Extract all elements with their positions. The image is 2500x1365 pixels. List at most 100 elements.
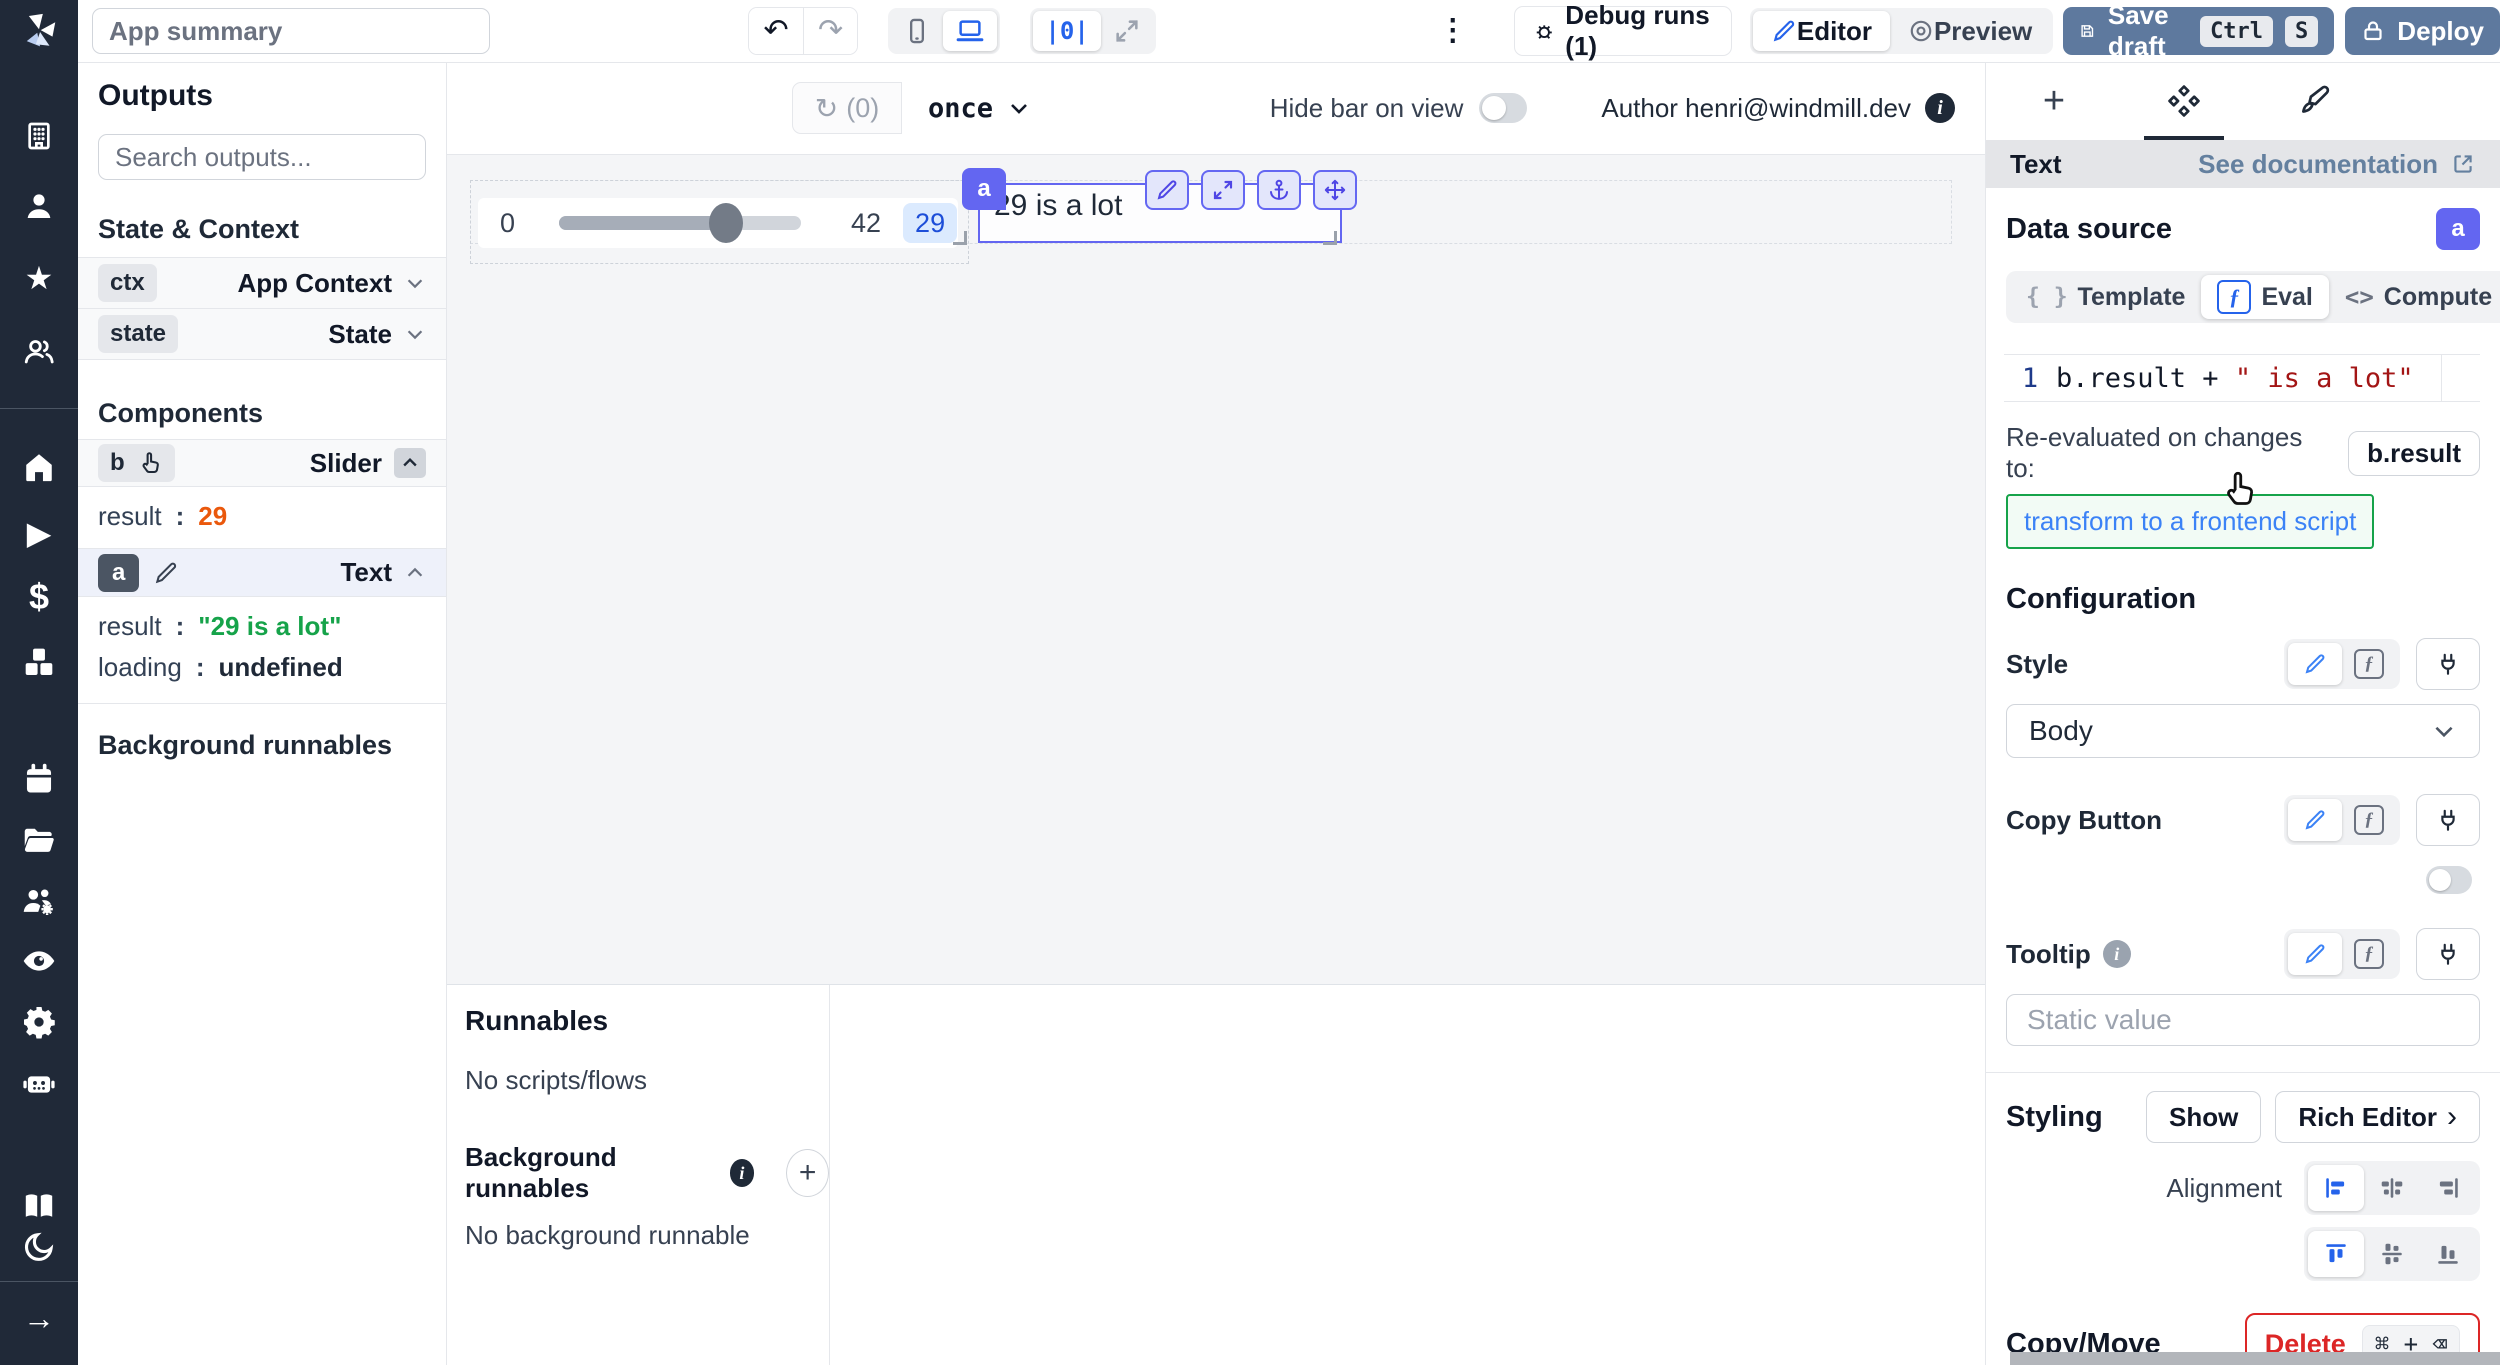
center-align-icon: |0| <box>1045 17 1088 45</box>
pencil-icon[interactable] <box>153 560 179 586</box>
compute-tab[interactable]: <> Compute <box>2329 275 2500 319</box>
add-background-runnable-button[interactable]: + <box>786 1149 829 1197</box>
canvas-grid[interactable]: 0 42 29 a <box>447 155 1985 922</box>
info-icon[interactable]: i <box>730 1159 755 1187</box>
text-loading-row[interactable]: loading : undefined <box>78 652 446 683</box>
run-mode-select[interactable]: once <box>928 93 1031 124</box>
eval-tab[interactable]: ƒ Eval <box>2201 275 2328 319</box>
theme-brush-tab[interactable] <box>2282 62 2346 140</box>
static-pencil-button[interactable] <box>2288 799 2342 841</box>
rich-editor-button[interactable]: Rich Editor › <box>2275 1091 2480 1143</box>
text-component-row[interactable]: a Text <box>78 548 446 597</box>
show-styling-button[interactable]: Show <box>2146 1091 2261 1143</box>
deploy-button[interactable]: Deploy <box>2345 7 2500 55</box>
undo-button[interactable]: ↶ <box>749 8 804 54</box>
component-id-badge: a <box>2436 208 2480 250</box>
align-bottom-button[interactable] <box>2420 1231 2476 1277</box>
docs-book-icon[interactable] <box>0 1188 78 1224</box>
align-left-button[interactable] <box>2308 1165 2364 1211</box>
runs-play-icon[interactable]: ▶ <box>0 517 78 549</box>
debug-runs-button[interactable]: Debug runs (1) <box>1514 6 1732 56</box>
edit-component-button[interactable] <box>1145 170 1189 210</box>
user-icon[interactable] <box>0 190 78 222</box>
eye-icon[interactable] <box>0 943 78 979</box>
slider-result-row[interactable]: result : 29 <box>78 501 446 532</box>
author-info-icon[interactable]: i <box>1925 93 1955 123</box>
folders-icon[interactable] <box>0 822 78 858</box>
refresh-button[interactable]: ↻ (0) <box>792 82 902 134</box>
preview-tab[interactable]: Preview <box>1890 11 2050 51</box>
variables-dollar-icon[interactable]: $ <box>0 581 78 613</box>
component-settings-tab[interactable] <box>2152 62 2216 140</box>
search-outputs-input[interactable] <box>98 134 426 180</box>
windmill-app-editor: ★ ▶ $ <box>0 0 2500 1365</box>
insert-component-tab[interactable]: + <box>2022 62 2086 140</box>
save-draft-button[interactable]: Save draft Ctrl S <box>2063 7 2334 55</box>
style-select[interactable]: Body <box>2006 704 2480 758</box>
connect-plug-button[interactable] <box>2416 928 2480 980</box>
eval-fx-button[interactable]: ƒ <box>2342 643 2396 685</box>
connect-plug-button[interactable] <box>2416 638 2480 690</box>
tooltip-static-value-input[interactable] <box>2006 994 2480 1046</box>
eval-code-editor[interactable]: 1 b.result + " is a lot" <box>2004 354 2480 402</box>
resources-cubes-icon[interactable] <box>0 645 78 679</box>
see-documentation-link[interactable]: See documentation <box>2198 149 2476 180</box>
horizontal-scrollbar[interactable] <box>2010 1352 2500 1365</box>
hide-bar-toggle[interactable] <box>1479 93 1527 123</box>
align-right-button[interactable] <box>2420 1165 2476 1211</box>
chevron-up-icon[interactable] <box>404 562 426 584</box>
static-pencil-button[interactable] <box>2288 643 2342 685</box>
settings-gear-icon[interactable] <box>0 1004 78 1040</box>
workspace-icon[interactable] <box>0 120 78 152</box>
eval-fx-button[interactable]: ƒ <box>2342 933 2396 975</box>
collapse-sidebar-arrow-icon[interactable]: → <box>0 1302 78 1334</box>
kebab-menu-icon[interactable]: ⋮ <box>1438 16 1468 46</box>
state-output-row[interactable]: state State <box>78 309 446 360</box>
selected-component-tag[interactable]: a <box>962 168 1006 210</box>
app-canvas: ↻ (0) once Hide bar on view Author henri… <box>447 62 1985 1365</box>
pencil-icon <box>2303 808 2327 832</box>
redo-button[interactable]: ↷ <box>804 8 858 54</box>
app-summary-input[interactable] <box>92 8 490 54</box>
dark-mode-moon-icon[interactable] <box>0 1230 78 1264</box>
groups-icon[interactable] <box>0 335 78 369</box>
align-center-button[interactable] <box>2364 1165 2420 1211</box>
users-admin-icon[interactable] <box>0 884 78 920</box>
template-tab[interactable]: { } Template <box>2010 275 2201 319</box>
resize-handle[interactable] <box>1323 231 1337 245</box>
slider-component-row[interactable]: b Slider <box>78 439 446 487</box>
align-middle-button[interactable] <box>2364 1231 2420 1277</box>
dependency-pill[interactable]: b.result <box>2348 431 2480 476</box>
home-icon[interactable] <box>0 450 78 484</box>
align-top-button[interactable] <box>2308 1231 2364 1277</box>
chevron-down-icon[interactable] <box>404 323 426 345</box>
tooltip-info-icon[interactable]: i <box>2103 940 2131 968</box>
resize-handle[interactable] <box>953 231 967 245</box>
fullwidth-button[interactable] <box>1101 11 1153 51</box>
windmill-logo-icon[interactable] <box>0 10 78 52</box>
chevron-down-icon[interactable] <box>404 272 426 294</box>
connect-plug-button[interactable] <box>2416 794 2480 846</box>
static-pencil-button[interactable] <box>2288 933 2342 975</box>
move-component-button[interactable] <box>1313 170 1357 210</box>
eval-fx-button[interactable]: ƒ <box>2342 799 2396 841</box>
editor-tab[interactable]: Editor <box>1753 11 1890 51</box>
favorites-star-icon[interactable]: ★ <box>0 262 78 294</box>
schedules-calendar-icon[interactable] <box>0 762 78 796</box>
runnables-empty-label: No scripts/flows <box>465 1065 829 1096</box>
desktop-view-button[interactable] <box>943 11 997 51</box>
collapse-slider-button[interactable] <box>394 448 426 478</box>
copy-button-toggle[interactable] <box>2426 866 2472 894</box>
slider-track[interactable] <box>559 216 801 230</box>
slider-handle[interactable] <box>709 203 743 243</box>
ctx-output-row[interactable]: ctx App Context <box>78 257 446 309</box>
plug-icon <box>2435 651 2461 677</box>
center-content-button[interactable]: |0| <box>1033 11 1100 51</box>
background-runnables-title: Background runnables <box>98 730 426 761</box>
mobile-view-button[interactable] <box>891 11 943 51</box>
anchor-component-button[interactable] <box>1257 170 1301 210</box>
expand-component-button[interactable] <box>1201 170 1245 210</box>
text-result-row[interactable]: result : "29 is a lot" <box>78 611 446 642</box>
ai-robot-icon[interactable] <box>0 1065 78 1101</box>
transform-to-frontend-script-button[interactable]: transform to a frontend script <box>2006 494 2374 549</box>
